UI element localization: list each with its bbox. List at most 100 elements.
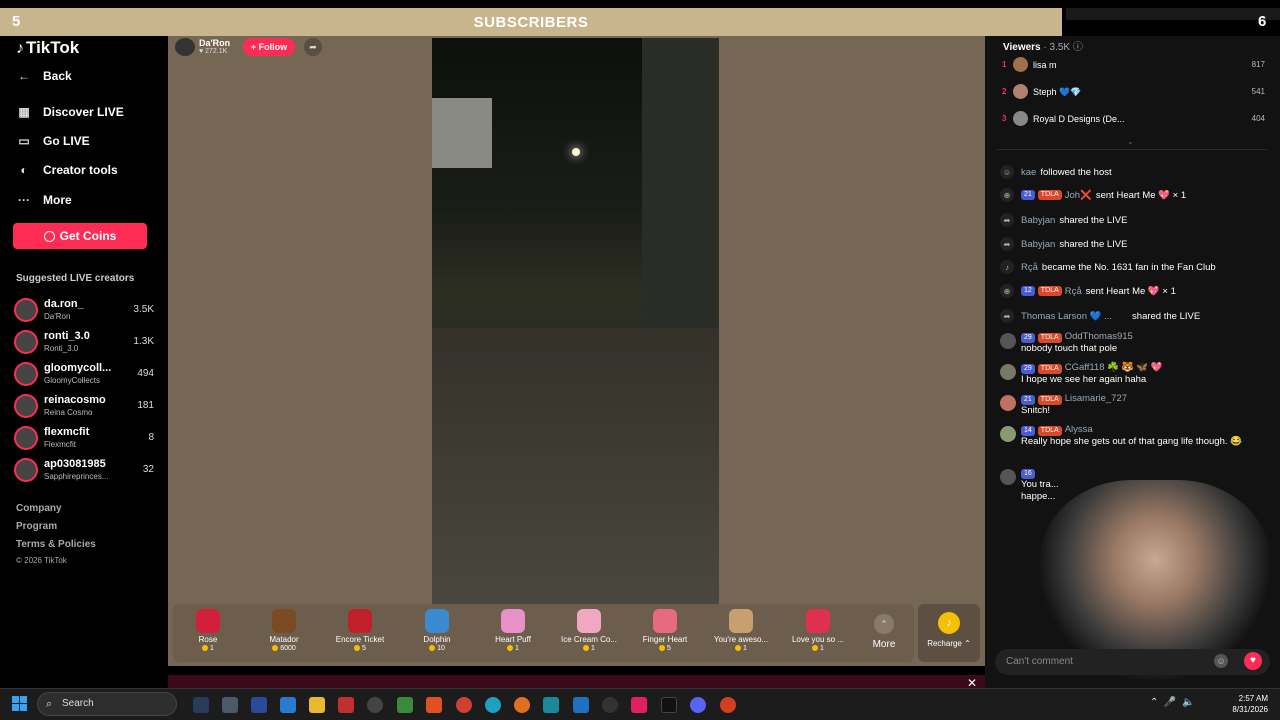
- clock[interactable]: 2:57 AM 8/31/2026: [1228, 693, 1268, 715]
- discord-icon[interactable]: [690, 697, 706, 713]
- event-row: ➦ Thomas Larson 💙 ... shared the LIVE: [1000, 306, 1265, 326]
- event-user[interactable]: Rçå: [1065, 286, 1082, 297]
- avatar: [1013, 84, 1028, 99]
- app-icon[interactable]: [720, 697, 736, 713]
- matador-icon: [272, 609, 296, 633]
- brave-icon[interactable]: [426, 697, 442, 713]
- suggested-creator[interactable]: flexmcfit Flexmcfit 8: [14, 424, 154, 452]
- app-icon[interactable]: [631, 697, 647, 713]
- event-user[interactable]: Rçå: [1021, 262, 1038, 273]
- nav-label: Back: [43, 69, 72, 83]
- window-controls[interactable]: [1066, 8, 1280, 20]
- nav-back[interactable]: ← Back: [16, 68, 72, 84]
- heart-icon[interactable]: ♥: [1244, 652, 1262, 670]
- event-user[interactable]: Thomas Larson 💙 ...: [1021, 311, 1112, 322]
- taskbar-search[interactable]: [37, 692, 177, 716]
- chrome-icon[interactable]: [456, 697, 472, 713]
- avatar[interactable]: [1000, 364, 1016, 380]
- suggested-creator[interactable]: ap03081985 Sapphireprinces... 32: [14, 456, 154, 484]
- comment-user[interactable]: OddThomas915: [1065, 331, 1133, 342]
- top-viewer[interactable]: 1 lisa m 817: [1000, 57, 1265, 77]
- event-text: followed the host: [1040, 166, 1112, 178]
- nav-more[interactable]: ··· More: [16, 192, 72, 208]
- host-name[interactable]: Da'Ron: [199, 38, 230, 48]
- emoji-icon[interactable]: ☺: [1214, 654, 1228, 668]
- host-avatar[interactable]: [175, 38, 195, 56]
- app-icon[interactable]: [338, 697, 354, 713]
- event-user[interactable]: Babyjan: [1021, 239, 1055, 250]
- top-viewer[interactable]: 3 Royal D Designs (De... 404: [1000, 111, 1265, 131]
- app-icon[interactable]: [367, 697, 383, 713]
- viewer-count: 1.3K: [133, 336, 154, 347]
- gift-item[interactable]: Matador 6000: [246, 604, 322, 662]
- comment-header: 14 TDLA Alyssa: [1021, 424, 1093, 436]
- share-icon[interactable]: ➦: [304, 38, 322, 56]
- footer-company[interactable]: Company: [16, 503, 62, 514]
- live-video[interactable]: [432, 38, 719, 604]
- suggested-creator[interactable]: gloomycoll... GloomyCollects 494: [14, 360, 154, 388]
- app-icon[interactable]: [543, 697, 559, 713]
- comment-user[interactable]: Lisamarie_727: [1065, 393, 1127, 404]
- event-text: shared the LIVE: [1132, 310, 1201, 322]
- creator-display: Ronti_3.0: [44, 344, 79, 353]
- footer-terms[interactable]: Terms & Policies: [16, 539, 96, 550]
- gift-price: 1: [170, 645, 246, 652]
- event-user[interactable]: Babyjan: [1021, 215, 1055, 226]
- gift-item[interactable]: Ice Cream Co... 1: [551, 604, 627, 662]
- rose-icon: [196, 609, 220, 633]
- app-icon[interactable]: [280, 697, 296, 713]
- avatar[interactable]: [1000, 469, 1016, 485]
- get-coins-button[interactable]: Get Coins: [13, 223, 147, 249]
- folder-icon[interactable]: [309, 697, 325, 713]
- fan-badge: TDLA: [1037, 190, 1062, 200]
- gift-item[interactable]: Rose 1: [170, 604, 246, 662]
- tiktok-icon[interactable]: [661, 697, 677, 713]
- windows-start-icon[interactable]: [12, 696, 28, 712]
- avatar: [14, 330, 38, 354]
- vscode-icon[interactable]: [573, 697, 589, 713]
- avatar[interactable]: [1000, 333, 1016, 349]
- event-text: became the No. 1631 fan in the Fan Club: [1041, 261, 1216, 273]
- system-tray[interactable]: ⌃ 🎤 🔈: [1150, 697, 1194, 708]
- nav-discover-live[interactable]: ▦ Discover LIVE: [16, 104, 123, 120]
- gift-item[interactable]: Love you so ... 1: [780, 604, 856, 662]
- avatar[interactable]: [1000, 426, 1016, 442]
- gift-item[interactable]: Heart Puff 1: [475, 604, 551, 662]
- comment-user[interactable]: CGaff118 ☘️ 🐯 🦋 💖: [1065, 362, 1163, 373]
- avatar: [14, 458, 38, 482]
- app-icon[interactable]: [193, 697, 209, 713]
- gift-item[interactable]: Encore Ticket 5: [322, 604, 398, 662]
- arrow-left-icon: ←: [18, 69, 30, 83]
- gift-item[interactable]: Dolphin 10: [399, 604, 475, 662]
- gift-price: 1: [780, 645, 856, 652]
- suggested-creator[interactable]: ronti_3.0 Ronti_3.0 1.3K: [14, 328, 154, 356]
- event-user[interactable]: kae: [1021, 167, 1036, 178]
- top-viewer[interactable]: 2 Steph 💙💎 541: [1000, 84, 1265, 104]
- bottom-banner: [168, 675, 985, 689]
- gift-item[interactable]: Finger Heart 5: [627, 604, 703, 662]
- viewer-score: 817: [1251, 60, 1265, 69]
- nav-go-live[interactable]: ▭ Go LIVE: [16, 133, 89, 149]
- app-icon[interactable]: [602, 697, 618, 713]
- app-icon[interactable]: [222, 697, 238, 713]
- viewer-count: 181: [137, 400, 154, 411]
- app-icon[interactable]: [397, 697, 413, 713]
- nav-creator-tools[interactable]: ◐ Creator tools: [16, 162, 117, 178]
- suggested-creator[interactable]: da.ron_ Da'Ron 3.5K: [14, 296, 154, 324]
- footer-program[interactable]: Program: [16, 521, 57, 532]
- more-gifts-button[interactable]: ⌃ More: [862, 604, 906, 662]
- viewers-header[interactable]: Viewers · 3.5K ⓘ: [1003, 38, 1083, 53]
- suggested-creator[interactable]: reinacosmo Reina Cosmo 181: [14, 392, 154, 420]
- event-user[interactable]: Joh❌: [1065, 190, 1092, 201]
- app-icon[interactable]: [251, 697, 267, 713]
- tiktok-logo[interactable]: ♪ TikTok: [16, 38, 79, 58]
- comment-user[interactable]: Alyssa: [1065, 424, 1093, 435]
- chevron-down-icon[interactable]: ⌄: [1127, 137, 1134, 146]
- follow-button[interactable]: + Follow: [243, 38, 295, 56]
- gift-item[interactable]: You're aweso... 1: [703, 604, 779, 662]
- level-badge: 29: [1021, 364, 1035, 374]
- recharge-button[interactable]: ♪ Recharge ⌃: [918, 604, 980, 662]
- edge-icon[interactable]: [485, 697, 501, 713]
- firefox-icon[interactable]: [514, 697, 530, 713]
- avatar[interactable]: [1000, 395, 1016, 411]
